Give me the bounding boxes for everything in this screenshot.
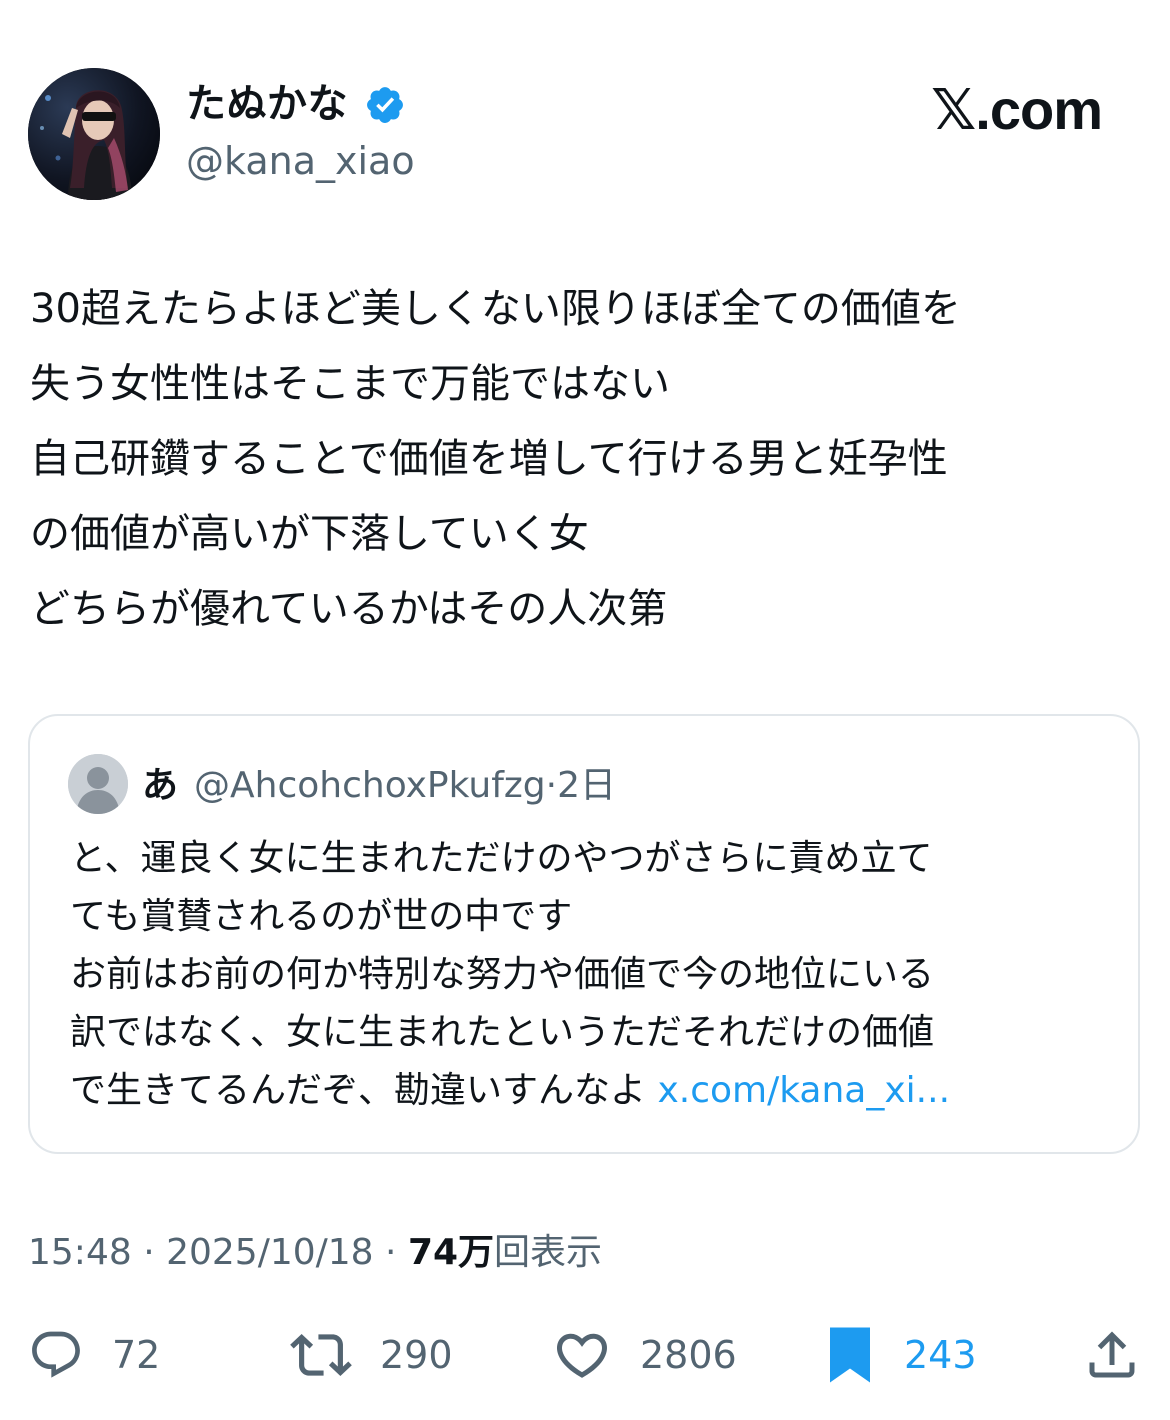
quoted-text-last: で生きてるんだぞ、勘違いすんなよ [70,1070,658,1111]
bookmark-button[interactable]: 243 [824,1320,977,1390]
reply-button[interactable]: 72 [28,1320,160,1390]
verified-badge-icon [367,87,403,123]
author-avatar[interactable] [28,68,160,200]
quoted-separator: · [545,765,558,806]
views-label: 回表示 [494,1232,603,1273]
quoted-timestamp[interactable]: 2日 [557,765,616,806]
views-count: 74万 [407,1232,495,1273]
x-com-logo: 𝕏.com [931,78,1103,141]
share-button[interactable] [1082,1320,1142,1390]
tweet-text-line: 自己研鑽することで価値を増して行ける男と妊孕性 [30,436,948,482]
quoted-text-line-last: で生きてるんだぞ、勘違いすんなよ x.com/kana_xi... [70,1062,1110,1120]
meta-separator: · [373,1232,408,1273]
retweet-button[interactable]: 290 [290,1320,453,1390]
bookmark-icon [830,1327,870,1383]
quoted-text-line: と、運良く女に生まれただけのやつがさらに責め立て [70,838,933,879]
tweet-text: 30超えたらよほど美しくない限りほぼ全ての価値を 失う女性性はそこまで万能ではな… [30,272,1145,647]
author-display-name[interactable]: たぬかな [186,78,348,130]
tweet-text-line: 失う女性性はそこまで万能ではない [30,361,670,407]
quoted-tweet-header: あ @AhcohchoxPkufzg·2日 [142,762,616,810]
reply-icon [32,1331,80,1378]
tweet-meta: 15:48 · 2025/10/18 · 74万回表示 [28,1228,602,1278]
meta-separator: · [131,1232,167,1273]
quoted-author-name[interactable]: あ [142,765,178,806]
quoted-tweet-card[interactable]: あ @AhcohchoxPkufzg·2日 と、運良く女に生まれただけのやつがさら… [28,714,1140,1154]
like-count: 2806 [640,1333,737,1377]
reply-count: 72 [112,1333,161,1377]
bookmark-count: 243 [904,1333,977,1377]
quoted-text-line: 訳ではなく、女に生まれたというただそれだけの価値 [70,1012,935,1053]
quoted-author-handle[interactable]: @AhcohchoxPkufzg [194,765,546,806]
quoted-text-line: お前はお前の何か特別な努力や価値で今の地位にいる [70,954,935,995]
author-handle[interactable]: @kana_xiao [186,136,415,186]
heart-icon [556,1333,608,1378]
tweet-time[interactable]: 15:48 [28,1232,132,1273]
tweet-text-line: の価値が高いが下落していく女 [30,511,589,557]
like-button[interactable]: 2806 [552,1320,737,1390]
tweet-date[interactable]: 2025/10/18 [166,1232,374,1273]
retweet-icon [290,1334,352,1376]
share-icon [1089,1331,1135,1378]
quoted-text-line: ても賞賛されるのが世の中です [70,896,573,937]
quoted-author-avatar-icon[interactable] [68,754,128,814]
retweet-count: 290 [380,1333,453,1377]
quoted-link[interactable]: x.com/kana_xi... [657,1070,950,1111]
action-bar: 72 290 2806 243 [0,1320,1170,1390]
tweet-text-line: どちらが優れているかはその人次第 [30,586,668,632]
quoted-tweet-text: と、運良く女に生まれただけのやつがさらに責め立て ても賞賛されるのが世の中です … [70,830,1110,1120]
tweet-text-line: 30超えたらよほど美しくない限りほぼ全ての価値を [30,286,961,332]
